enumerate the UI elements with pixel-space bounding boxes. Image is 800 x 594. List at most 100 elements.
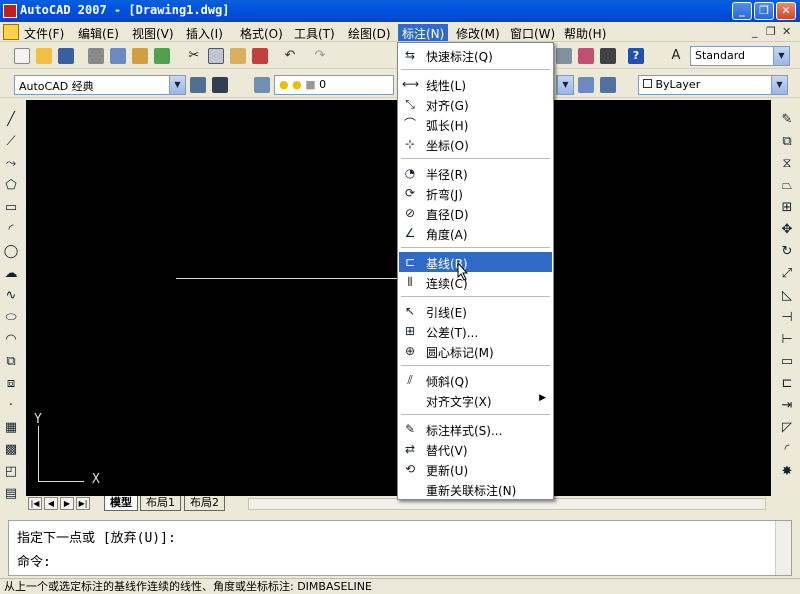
- scale-icon[interactable]: ⤢: [779, 266, 795, 282]
- dimension-menu-item[interactable]: 重新关联标注(N): [399, 479, 552, 499]
- help-icon[interactable]: ?: [628, 48, 644, 64]
- polyline-icon[interactable]: ⤳: [3, 156, 19, 172]
- menu-window[interactable]: 窗口(W): [506, 24, 559, 41]
- make-block-icon[interactable]: ⧈: [3, 376, 19, 392]
- chevron-down-icon[interactable]: ▼: [557, 76, 573, 94]
- sun-icon[interactable]: ●: [292, 78, 302, 91]
- copy-icon[interactable]: [208, 48, 224, 64]
- array-icon[interactable]: ⊞: [779, 200, 795, 216]
- revision-cloud-icon[interactable]: ☁: [3, 266, 19, 282]
- new-icon[interactable]: [14, 48, 30, 64]
- extend-icon[interactable]: ⊢: [779, 332, 795, 348]
- dimension-menu-item[interactable]: ⊏ 基线(B): [399, 252, 552, 272]
- tab-prev-button[interactable]: ◀: [44, 497, 58, 510]
- polygon-icon[interactable]: ⬠: [3, 178, 19, 194]
- layer-dropdown[interactable]: ▼: [556, 75, 574, 95]
- cut-icon[interactable]: ✂: [186, 48, 202, 64]
- rotate-icon[interactable]: ↻: [779, 244, 795, 260]
- point-icon[interactable]: ·: [3, 398, 19, 414]
- dimension-menu-item[interactable]: ◔ 半径(R): [399, 163, 552, 183]
- drawn-line[interactable]: [176, 278, 422, 279]
- dimension-menu-item[interactable]: ⇄ 替代(V): [399, 439, 552, 459]
- menu-view[interactable]: 视图(V): [128, 24, 178, 41]
- dimension-menu-item[interactable]: ⫽ 倾斜(Q): [399, 370, 552, 390]
- gradient-icon[interactable]: ▩: [3, 442, 19, 458]
- dimension-menu-item[interactable]: ⌒ 弧长(H): [399, 114, 552, 134]
- menu-format[interactable]: 格式(O): [236, 24, 287, 41]
- text-style-icon[interactable]: A: [668, 48, 684, 64]
- dimension-menu-item[interactable]: ⊞ 公差(T)...: [399, 321, 552, 341]
- layer-previous-icon[interactable]: [600, 77, 616, 93]
- break-at-point-icon[interactable]: ▭: [779, 354, 795, 370]
- document-icon[interactable]: [3, 24, 19, 40]
- dimension-menu-item[interactable]: ⊘ 直径(D): [399, 203, 552, 223]
- construction-line-icon[interactable]: ⟋: [3, 134, 19, 150]
- spline-icon[interactable]: ∿: [3, 288, 19, 304]
- minimize-button[interactable]: _: [732, 2, 752, 20]
- autocad-app-icon[interactable]: [3, 4, 17, 18]
- line-icon[interactable]: ╱: [3, 112, 19, 128]
- dimension-menu-item[interactable]: ⇆ 快速标注(Q): [399, 45, 552, 65]
- ellipse-arc-icon[interactable]: ◠: [3, 332, 19, 348]
- trim-icon[interactable]: ⊣: [779, 310, 795, 326]
- dimension-menu-item[interactable]: 对齐文字(X) ▶: [399, 390, 552, 410]
- stretch-icon[interactable]: ◺: [779, 288, 795, 304]
- dimension-menu-item[interactable]: ⊕ 圆心标记(M): [399, 341, 552, 361]
- close-button[interactable]: ✕: [776, 2, 796, 20]
- redo-icon[interactable]: ↷: [312, 48, 328, 64]
- menu-draw[interactable]: 绘图(D): [344, 24, 395, 41]
- command-scrollbar[interactable]: [775, 521, 791, 575]
- plot-preview-icon[interactable]: [110, 48, 126, 64]
- open-icon[interactable]: [36, 48, 52, 64]
- workspace-select[interactable]: AutoCAD 经典 ▼: [14, 75, 186, 95]
- doc-minimize-button[interactable]: _: [752, 25, 758, 38]
- dimension-menu-item[interactable]: ∠ 角度(A): [399, 223, 552, 243]
- chevron-down-icon[interactable]: ▼: [773, 47, 789, 65]
- move-icon[interactable]: ✥: [779, 222, 795, 238]
- copy-object-icon[interactable]: ⧉: [779, 134, 795, 150]
- mirror-icon[interactable]: ⧖: [779, 156, 795, 172]
- sheet-set-icon[interactable]: [556, 48, 572, 64]
- table-icon[interactable]: ▤: [3, 486, 19, 502]
- tab-model[interactable]: 模型: [104, 496, 138, 511]
- offset-icon[interactable]: ⏢: [779, 178, 795, 194]
- dimension-menu-item[interactable]: ⟷ 线性(L): [399, 74, 552, 94]
- etransmit-icon[interactable]: [154, 48, 170, 64]
- maximize-button[interactable]: ❐: [754, 2, 774, 20]
- break-icon[interactable]: ⊏: [779, 376, 795, 392]
- save-icon[interactable]: [58, 48, 74, 64]
- doc-restore-button[interactable]: ❐: [766, 25, 776, 38]
- command-prompt[interactable]: 命令:: [17, 551, 51, 570]
- calculator-icon[interactable]: [600, 48, 616, 64]
- doc-close-button[interactable]: ✕: [782, 25, 791, 38]
- dimension-menu-item[interactable]: ⤡ 对齐(G): [399, 94, 552, 114]
- erase-icon[interactable]: ✎: [779, 112, 795, 128]
- menu-tools[interactable]: 工具(T): [290, 24, 339, 41]
- undo-icon[interactable]: ↶: [282, 48, 298, 64]
- tab-first-button[interactable]: |◀: [28, 497, 42, 510]
- chevron-down-icon[interactable]: ▼: [771, 76, 787, 94]
- dimension-menu-item[interactable]: ↖ 引线(E): [399, 301, 552, 321]
- join-icon[interactable]: ⇥: [779, 398, 795, 414]
- tab-next-button[interactable]: ▶: [60, 497, 74, 510]
- dimension-menu-item[interactable]: ⟳ 折弯(J): [399, 183, 552, 203]
- dimension-menu-item[interactable]: ⫴ 连续(C): [399, 272, 552, 292]
- menu-file[interactable]: 文件(F): [20, 24, 68, 41]
- color-select[interactable]: ByLayer ▼: [638, 75, 788, 95]
- dimension-menu-item[interactable]: ✎ 标注样式(S)...: [399, 419, 552, 439]
- text-style-select[interactable]: Standard ▼: [690, 46, 790, 66]
- menu-help[interactable]: 帮助(H): [560, 24, 610, 41]
- chevron-down-icon[interactable]: ▼: [169, 76, 185, 94]
- menu-insert[interactable]: 插入(I): [182, 24, 227, 41]
- insert-block-icon[interactable]: ⧉: [3, 354, 19, 370]
- arc-icon[interactable]: ◜: [3, 222, 19, 238]
- match-properties-icon[interactable]: [252, 48, 268, 64]
- dimension-menu-item[interactable]: ⟲ 更新(U): [399, 459, 552, 479]
- tab-last-button[interactable]: ▶|: [76, 497, 90, 510]
- layer-select[interactable]: ● ● ■ 0: [274, 75, 394, 95]
- lock-icon[interactable]: ■: [305, 78, 315, 91]
- menu-edit[interactable]: 编辑(E): [74, 24, 123, 41]
- menu-modify[interactable]: 修改(M): [452, 24, 504, 41]
- region-icon[interactable]: ◰: [3, 464, 19, 480]
- command-window[interactable]: 指定下一点或 [放弃(U)]: 命令:: [8, 520, 792, 576]
